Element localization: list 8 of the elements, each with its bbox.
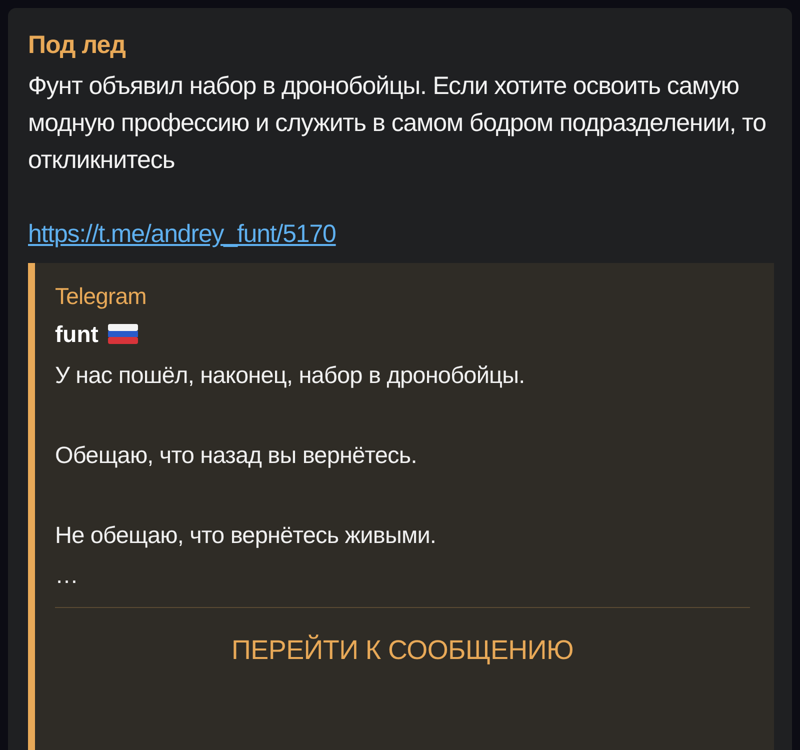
preview-text: У нас пошёл, наконец, набор в дронобойцы. Обещаю, что назад вы вернётесь. Не обещаю, что вернётесь живыми. … <box>55 361 526 590</box>
preview-site-name: Telegram <box>55 282 148 311</box>
flag-icon <box>108 324 138 344</box>
sender-name: Под лед <box>28 30 127 60</box>
message-link[interactable]: https://t.me/andrey_funt/5170 <box>28 216 336 253</box>
preview-author: funt <box>55 320 98 349</box>
message-text: Фунт объявил набор в дронобойцы. Если хотите освоить самую модную профессию и служить в самом бодром подразделении, то откликнитесь <box>28 71 767 176</box>
go-to-message-button[interactable]: ПЕРЕЙТИ К СООБЩЕНИЮ <box>232 630 574 670</box>
